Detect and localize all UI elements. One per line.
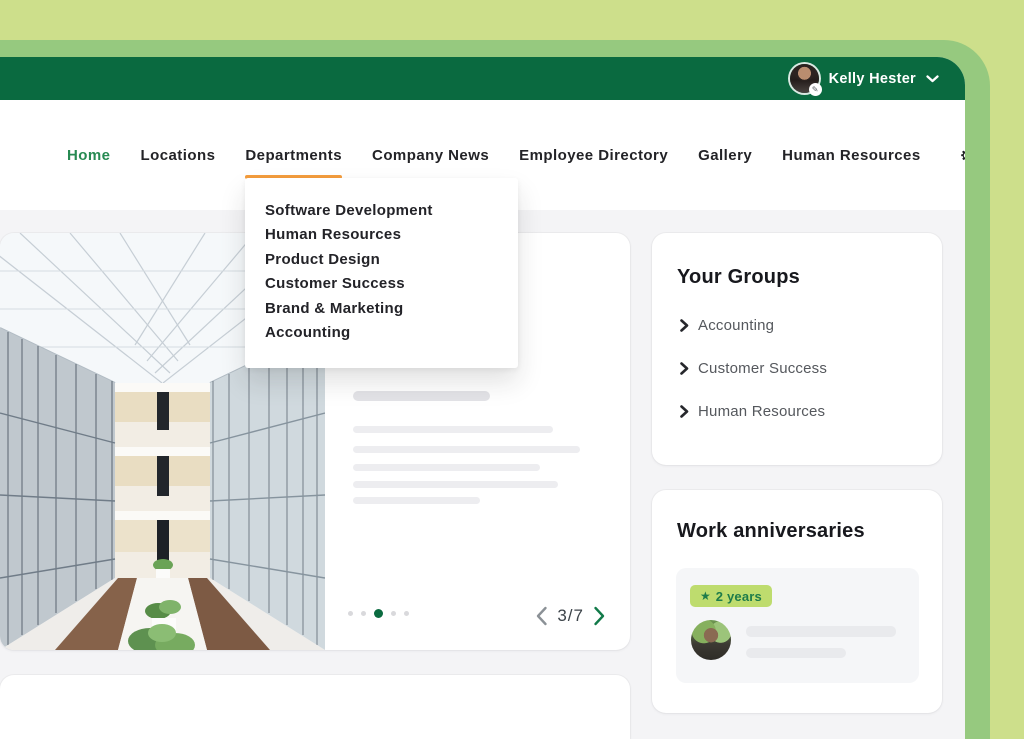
menu-item-product-design[interactable]: Product Design: [265, 248, 498, 272]
menu-item-software-development[interactable]: Software Development: [265, 199, 498, 223]
group-label: Human Resources: [698, 403, 825, 420]
user-name[interactable]: Kelly Hester: [829, 71, 916, 87]
skeleton-title: [353, 391, 490, 401]
avatar-edit-icon: ✎: [809, 83, 822, 96]
skeleton-line: [353, 446, 580, 453]
carousel-dot[interactable]: [361, 611, 366, 616]
anniversary-entry[interactable]: ★ 2 years: [676, 568, 919, 683]
menu-item-human-resources[interactable]: Human Resources: [265, 223, 498, 247]
skeleton-line: [353, 464, 540, 471]
carousel-dot[interactable]: [374, 609, 383, 618]
nav-item-gallery[interactable]: Gallery: [698, 147, 752, 164]
nav-item-human-resources[interactable]: Human Resources: [782, 147, 920, 164]
your-groups-title: Your Groups: [677, 266, 800, 289]
skeleton-line: [353, 497, 480, 504]
nav-item-employee-directory[interactable]: Employee Directory: [519, 147, 668, 164]
chevron-right-icon: [680, 362, 689, 375]
chevron-right-icon: [680, 319, 689, 332]
employee-avatar: [691, 620, 731, 660]
skeleton-line: [746, 626, 896, 637]
nav-item-departments[interactable]: Departments: [245, 147, 342, 164]
star-icon: ★: [700, 590, 711, 602]
group-label: Customer Success: [698, 360, 827, 377]
content-card-partial: [0, 675, 630, 739]
anniversary-badge: ★ 2 years: [690, 585, 772, 607]
group-item-accounting[interactable]: Accounting: [680, 317, 774, 334]
your-groups-card: Your Groups Accounting Customer Success …: [652, 233, 942, 465]
group-label: Accounting: [698, 317, 774, 334]
nav-item-home[interactable]: Home: [67, 147, 110, 164]
skeleton-line: [353, 481, 558, 488]
carousel-page-indicator: 3/7: [557, 606, 584, 626]
user-avatar[interactable]: ✎: [790, 64, 819, 93]
carousel-dots: [348, 609, 409, 618]
chevron-right-icon: [680, 405, 689, 418]
top-bar: ✎ Kelly Hester: [0, 57, 965, 100]
skeleton-line: [746, 648, 846, 658]
carousel-prev-button[interactable]: [535, 606, 548, 626]
nav-item-locations[interactable]: Locations: [140, 147, 215, 164]
intranet-site: ✎ Kelly Hester Home Locations Department…: [0, 57, 965, 739]
group-item-human-resources[interactable]: Human Resources: [680, 403, 825, 420]
menu-item-customer-success[interactable]: Customer Success: [265, 272, 498, 296]
work-anniversaries-title: Work anniversaries: [677, 520, 865, 543]
menu-item-accounting[interactable]: Accounting: [265, 321, 498, 345]
nav-item-company-news[interactable]: Company News: [372, 147, 489, 164]
carousel-pager: 3/7: [535, 606, 606, 626]
skeleton-line: [353, 426, 553, 433]
carousel-dot[interactable]: [404, 611, 409, 616]
departments-dropdown-menu: Software Development Human Resources Pro…: [245, 178, 518, 368]
menu-item-brand-marketing[interactable]: Brand & Marketing: [265, 297, 498, 321]
carousel-dot[interactable]: [391, 611, 396, 616]
settings-gear-icon[interactable]: [958, 147, 965, 164]
chevron-down-icon[interactable]: [926, 75, 939, 83]
group-item-customer-success[interactable]: Customer Success: [680, 360, 827, 377]
anniversary-badge-label: 2 years: [716, 589, 762, 604]
carousel-dot[interactable]: [348, 611, 353, 616]
carousel-next-button[interactable]: [593, 606, 606, 626]
work-anniversaries-card: Work anniversaries ★ 2 years: [652, 490, 942, 713]
